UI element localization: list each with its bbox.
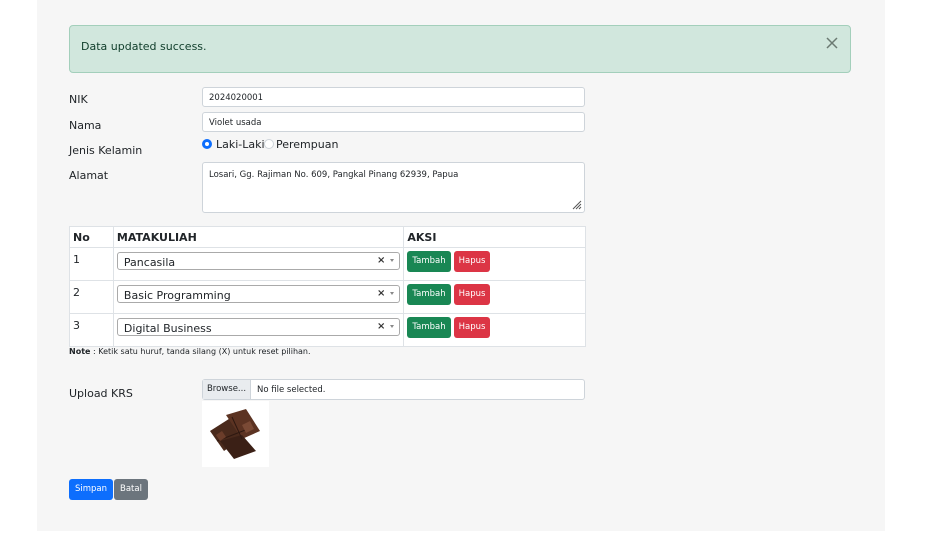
matakuliah-select[interactable]: Digital Business × [116,318,401,336]
dropdown-arrow-icon[interactable] [390,292,395,295]
matakuliah-select[interactable]: Pancasila × [116,252,401,270]
note-body: : Ketik satu huruf, tanda silang (X) unt… [90,347,311,356]
table-row: 1 Pancasila × Tambah Hapus [69,247,586,281]
close-icon[interactable] [824,35,840,51]
matakuliah-table: No MATAKULIAH AKSI 1 Pancasila × Tambah H… [69,226,586,347]
simpan-button[interactable]: Simpan [69,479,114,500]
alamat-value: Losari, Gg. Rajiman No. 609, Pangkal Pin… [209,170,459,180]
hapus-button[interactable]: Hapus [453,251,491,272]
clear-icon[interactable]: × [377,288,385,299]
tambah-button[interactable]: Tambah [407,317,451,338]
aksi-cell: Tambah Hapus [403,313,586,347]
header-matakuliah: MATAKULIAH [112,226,405,248]
matakuliah-cell: Basic Programming × [112,280,405,314]
select-value: Pancasila [123,256,176,269]
clear-icon[interactable]: × [377,321,385,332]
table-row: 2 Basic Programming × Tambah Hapus [69,280,586,314]
dropdown-arrow-icon[interactable] [390,325,395,328]
radio-laki-laki[interactable] [202,139,212,149]
success-alert: Data updated success. [69,25,851,73]
tambah-button[interactable]: Tambah [407,284,451,305]
nik-label: NIK [69,93,88,106]
resize-handle-icon[interactable] [570,198,582,210]
hapus-button[interactable]: Hapus [453,284,491,305]
header-no: No [69,226,114,248]
browse-button[interactable]: Browse... [203,380,251,399]
tambah-button[interactable]: Tambah [407,251,451,272]
alamat-label: Alamat [69,169,109,182]
row-no: 3 [69,313,114,347]
matakuliah-select[interactable]: Basic Programming × [116,285,401,303]
note-text: Note : Ketik satu huruf, tanda silang (X… [69,347,311,356]
table-row: 3 Digital Business × Tambah Hapus [69,313,586,347]
nik-input[interactable]: 2024020001 [202,87,585,107]
jenis-kelamin-label: Jenis Kelamin [69,144,143,157]
aksi-cell: Tambah Hapus [403,247,586,281]
upload-krs-label: Upload KRS [69,387,133,400]
select-value: Basic Programming [123,289,231,302]
row-no: 2 [69,280,114,314]
select-value: Digital Business [123,322,212,335]
matakuliah-cell: Pancasila × [112,247,405,281]
krs-preview-image [202,401,269,467]
hapus-button[interactable]: Hapus [453,317,491,338]
alamat-textarea[interactable]: Losari, Gg. Rajiman No. 609, Pangkal Pin… [202,162,585,213]
nama-input[interactable]: Violet usada [202,112,585,132]
row-no: 1 [69,247,114,281]
radio-perempuan[interactable] [264,139,274,149]
batal-button[interactable]: Batal [114,479,148,500]
note-bold: Note [69,347,91,356]
matakuliah-cell: Digital Business × [112,313,405,347]
nama-label: Nama [69,119,102,132]
table-header-row: No MATAKULIAH AKSI [69,226,586,248]
file-status: No file selected. [257,385,326,395]
aksi-cell: Tambah Hapus [403,280,586,314]
radio-perempuan-label: Perempuan [276,138,339,151]
krs-file-input[interactable]: Browse... No file selected. [202,379,585,400]
radio-laki-laki-label: Laki-Laki [216,138,265,151]
dropdown-arrow-icon[interactable] [390,259,395,262]
header-aksi: AKSI [403,226,586,248]
alert-message: Data updated success. [81,40,207,53]
clear-icon[interactable]: × [377,255,385,266]
